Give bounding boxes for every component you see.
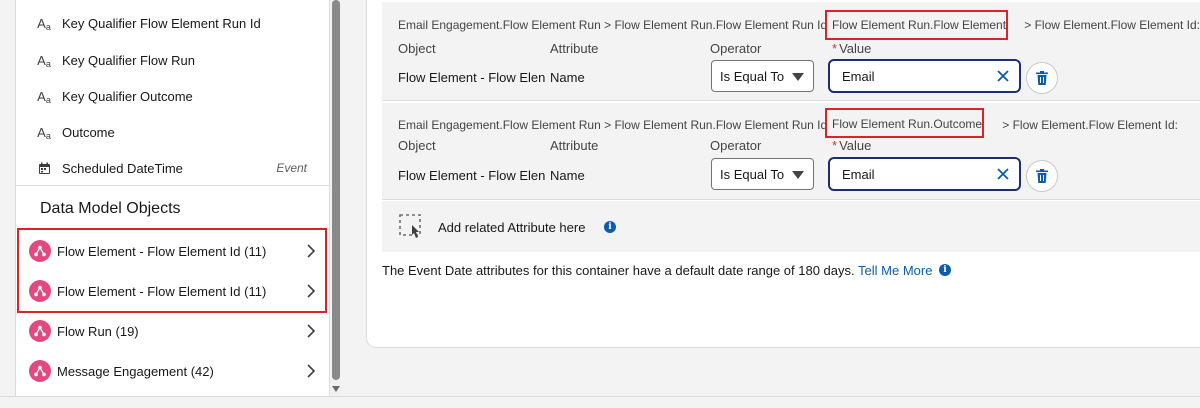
- trash-icon: [1036, 71, 1048, 85]
- dmo-item-message-engagement[interactable]: Message Engagement (42): [16, 351, 329, 391]
- path-highlight-text: Flow Element Run.Outcome: [832, 117, 983, 131]
- relationship-path: Email Engagement.Flow Element Run > Flow…: [398, 118, 1178, 132]
- clear-icon[interactable]: [997, 168, 1009, 180]
- object-header: Object: [398, 41, 436, 56]
- dmo-label: Message Engagement (42): [57, 364, 214, 379]
- attribute-item[interactable]: Aa Key Qualifier Flow Run: [16, 42, 329, 78]
- value-text: Email: [842, 166, 875, 182]
- filter-card: Email Engagement.Flow Element Run > Flow…: [382, 103, 1200, 200]
- info-icon[interactable]: i: [939, 264, 951, 276]
- attribute-label: Key Qualifier Flow Run: [62, 52, 195, 68]
- value-header: * Value: [832, 138, 871, 153]
- data-model-object-icon: [29, 320, 51, 342]
- attribute-value: Name: [550, 70, 585, 85]
- path-suffix: > Flow Element.Flow Element Id:: [1024, 18, 1200, 32]
- attribute-value: Name: [550, 168, 585, 183]
- chevron-right-icon: [307, 364, 316, 378]
- text-type-icon: Aa: [37, 52, 51, 70]
- value-text: Email: [842, 68, 875, 84]
- relationship-path: Email Engagement.Flow Element Run > Flow…: [398, 18, 1200, 32]
- value-input[interactable]: Email: [828, 59, 1021, 93]
- operator-selected: Is Equal To: [720, 166, 785, 182]
- value-header: * Value: [832, 41, 871, 56]
- text-type-icon: Aa: [37, 124, 51, 142]
- operator-select[interactable]: Is Equal To: [711, 158, 814, 190]
- bottom-edge: [0, 396, 1200, 408]
- path-prefix: Email Engagement.Flow Element Run > Flow…: [398, 18, 838, 32]
- note-text: The Event Date attributes for this conta…: [382, 263, 855, 278]
- text-type-icon: Aa: [37, 15, 51, 33]
- operator-select[interactable]: Is Equal To: [711, 60, 814, 92]
- drag-drop-icon: [399, 214, 421, 238]
- value-header-label: Value: [839, 41, 872, 56]
- panel-scrollbar[interactable]: [331, 0, 341, 396]
- attribute-header: Attribute: [550, 41, 599, 56]
- add-related-attribute-dropzone[interactable]: Add related Attribute here i: [382, 201, 1200, 252]
- filter-card: Email Engagement.Flow Element Run > Flow…: [382, 2, 1200, 101]
- attribute-label: Key Qualifier Outcome: [62, 88, 193, 104]
- tell-me-more-link[interactable]: Tell Me More: [858, 263, 932, 278]
- chevron-right-icon: [307, 324, 316, 338]
- delete-filter-button[interactable]: [1026, 62, 1058, 94]
- attribute-library-panel: Aa Key Qualifier Flow Element Run Id Aa …: [15, 0, 330, 396]
- scroll-down-arrow-icon[interactable]: [332, 386, 340, 392]
- event-tag: Event: [276, 161, 307, 175]
- dmo-label: Flow Run (19): [57, 324, 139, 339]
- path-highlight-flow-element: Flow Element Run.Flow Element: [825, 10, 1008, 40]
- path-highlight-outcome: Flow Element Run.Outcome: [825, 108, 984, 138]
- operator-header: Operator: [710, 41, 762, 56]
- operator-selected: Is Equal To: [720, 68, 785, 84]
- add-related-label: Add related Attribute here: [438, 220, 586, 235]
- required-mark: *: [832, 138, 838, 153]
- date-range-note: The Event Date attributes for this conta…: [382, 263, 932, 278]
- attribute-header: Attribute: [550, 138, 599, 153]
- caret-down-icon: [792, 171, 804, 179]
- value-input[interactable]: Email: [828, 157, 1021, 191]
- clear-icon[interactable]: [997, 70, 1009, 82]
- info-icon[interactable]: i: [604, 221, 616, 233]
- attribute-item[interactable]: Aa Key Qualifier Outcome: [16, 78, 329, 114]
- highlight-annotation: [17, 228, 327, 313]
- object-header: Object: [398, 138, 436, 153]
- attribute-item[interactable]: Scheduled DateTime Event: [16, 150, 329, 186]
- value-header-label: Value: [839, 138, 872, 153]
- scroll-thumb[interactable]: [332, 0, 340, 380]
- attribute-label: Key Qualifier Flow Element Run Id: [62, 15, 261, 31]
- caret-down-icon: [792, 73, 804, 81]
- dmo-item-flow-run[interactable]: Flow Run (19): [16, 311, 329, 351]
- data-model-object-icon: [29, 360, 51, 382]
- object-value: Flow Element - Flow Elen: [398, 168, 546, 183]
- path-prefix: Email Engagement.Flow Element Run > Flow…: [398, 118, 838, 132]
- trash-icon: [1036, 169, 1048, 183]
- delete-filter-button[interactable]: [1026, 160, 1058, 192]
- section-title: Data Model Objects: [40, 200, 181, 217]
- attribute-label: Scheduled DateTime: [62, 160, 183, 176]
- path-highlight-text: Flow Element Run.Flow Element: [832, 18, 1007, 32]
- required-mark: *: [832, 41, 838, 56]
- attribute-item[interactable]: Aa Outcome: [16, 114, 329, 150]
- attribute-label: Outcome: [62, 124, 115, 140]
- calendar-icon: [36, 160, 52, 176]
- object-value: Flow Element - Flow Elen: [398, 70, 546, 85]
- divider: [16, 185, 329, 186]
- path-suffix: > Flow Element.Flow Element Id:: [1002, 118, 1178, 132]
- text-type-icon: Aa: [37, 88, 51, 106]
- operator-header: Operator: [710, 138, 762, 153]
- attribute-item[interactable]: Aa Key Qualifier Flow Element Run Id: [16, 5, 329, 41]
